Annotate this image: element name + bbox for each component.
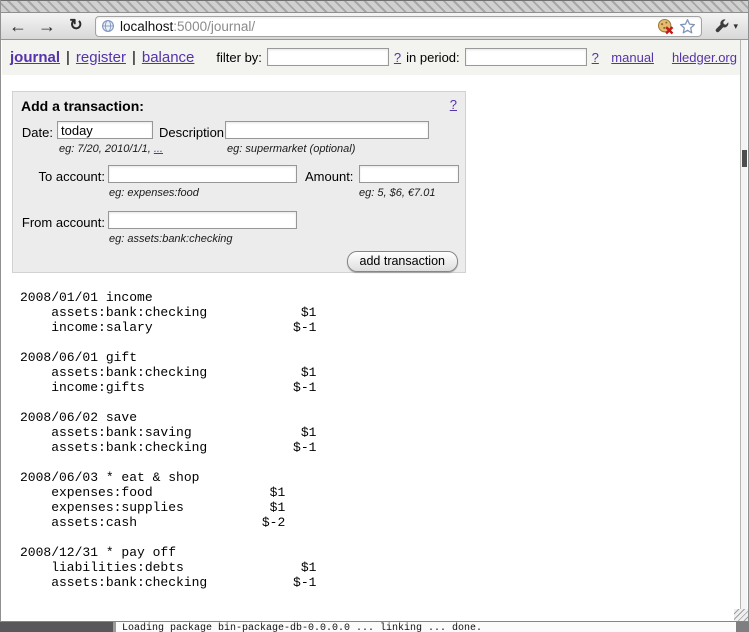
- window-title-stripes: [1, 0, 748, 13]
- date-hint: eg: 7/20, 2010/1/1, ...: [59, 143, 163, 155]
- external-links: manual hledger.org: [611, 50, 737, 65]
- from-account-input[interactable]: [108, 211, 297, 229]
- tools-menu-button[interactable]: ▾: [711, 18, 741, 34]
- address-bar[interactable]: localhost:5000/journal/: [95, 16, 702, 37]
- to-account-input[interactable]: [108, 165, 297, 183]
- back-button[interactable]: ←: [8, 17, 28, 35]
- terminal-window: Loading package bin-package-db-0.0.0.0 .…: [113, 622, 736, 632]
- terminal-output: Loading package bin-package-db-0.0.0.0 .…: [122, 623, 482, 632]
- form-title: Add a transaction:: [21, 98, 144, 114]
- url-host: localhost: [120, 19, 173, 34]
- scrollbar-thumb[interactable]: [742, 150, 747, 167]
- date-hint-more-link[interactable]: ...: [154, 143, 163, 155]
- add-transaction-button[interactable]: add transaction: [347, 251, 458, 272]
- desktop-area: [0, 622, 113, 632]
- globe-icon: [101, 19, 115, 33]
- url-text: localhost:5000/journal/: [120, 19, 255, 34]
- browser-toolbar: ← → ↻ localhost:5000/journal/: [1, 13, 748, 40]
- from-account-label: From account:: [13, 215, 105, 230]
- amount-hint: eg: 5, $6, €7.01: [359, 187, 435, 199]
- bookmark-star-icon[interactable]: [679, 18, 696, 35]
- from-account-hint: eg: assets:bank:checking: [109, 233, 233, 245]
- amount-input[interactable]: [359, 165, 459, 183]
- period-help-link[interactable]: ?: [592, 50, 599, 65]
- chevron-down-icon: ▾: [733, 21, 738, 32]
- to-account-hint: eg: expenses:food: [109, 187, 199, 199]
- page-content: journal | register | balance filter by: …: [2, 40, 747, 620]
- manual-link[interactable]: manual: [611, 50, 654, 65]
- view-links: journal | register | balance: [10, 49, 194, 66]
- to-account-label: To account:: [13, 169, 105, 184]
- description-input[interactable]: [225, 121, 429, 139]
- separator: |: [66, 49, 70, 66]
- amount-label: Amount:: [305, 169, 353, 184]
- form-help-link[interactable]: ?: [450, 97, 457, 112]
- date-label: Date:: [13, 125, 53, 140]
- filter-input[interactable]: [267, 48, 389, 66]
- separator: |: [132, 49, 136, 66]
- date-input[interactable]: [57, 121, 153, 139]
- journal-entries: 2008/01/01 income assets:bank:checking $…: [20, 290, 747, 590]
- filter-area: filter by: ? in period: ?: [216, 48, 598, 66]
- tab-journal[interactable]: journal: [10, 49, 60, 66]
- filter-label: filter by:: [216, 50, 262, 65]
- tab-register[interactable]: register: [76, 49, 126, 66]
- reload-button[interactable]: ↻: [66, 18, 86, 34]
- tab-balance[interactable]: balance: [142, 49, 195, 66]
- add-transaction-form: Add a transaction: ? Date: Description: …: [12, 91, 466, 273]
- period-label: in period:: [406, 50, 459, 65]
- period-input[interactable]: [465, 48, 587, 66]
- url-path: :5000/journal/: [173, 19, 255, 34]
- description-hint: eg: supermarket (optional): [227, 143, 355, 155]
- wrench-icon: [714, 18, 730, 34]
- forward-button[interactable]: →: [37, 17, 57, 35]
- browser-window: ← → ↻ localhost:5000/journal/: [0, 0, 749, 622]
- hledger-org-link[interactable]: hledger.org: [672, 50, 737, 65]
- background-strip: Loading package bin-package-db-0.0.0.0 .…: [0, 622, 749, 632]
- description-label: Description:: [159, 125, 228, 140]
- resize-grip-icon[interactable]: [734, 609, 748, 621]
- filter-help-link[interactable]: ?: [394, 50, 401, 65]
- hledger-navbar: journal | register | balance filter by: …: [2, 40, 747, 75]
- page-scrollbar[interactable]: [740, 40, 747, 620]
- terminal-edge: [736, 622, 749, 632]
- cookie-blocked-icon[interactable]: [657, 18, 674, 35]
